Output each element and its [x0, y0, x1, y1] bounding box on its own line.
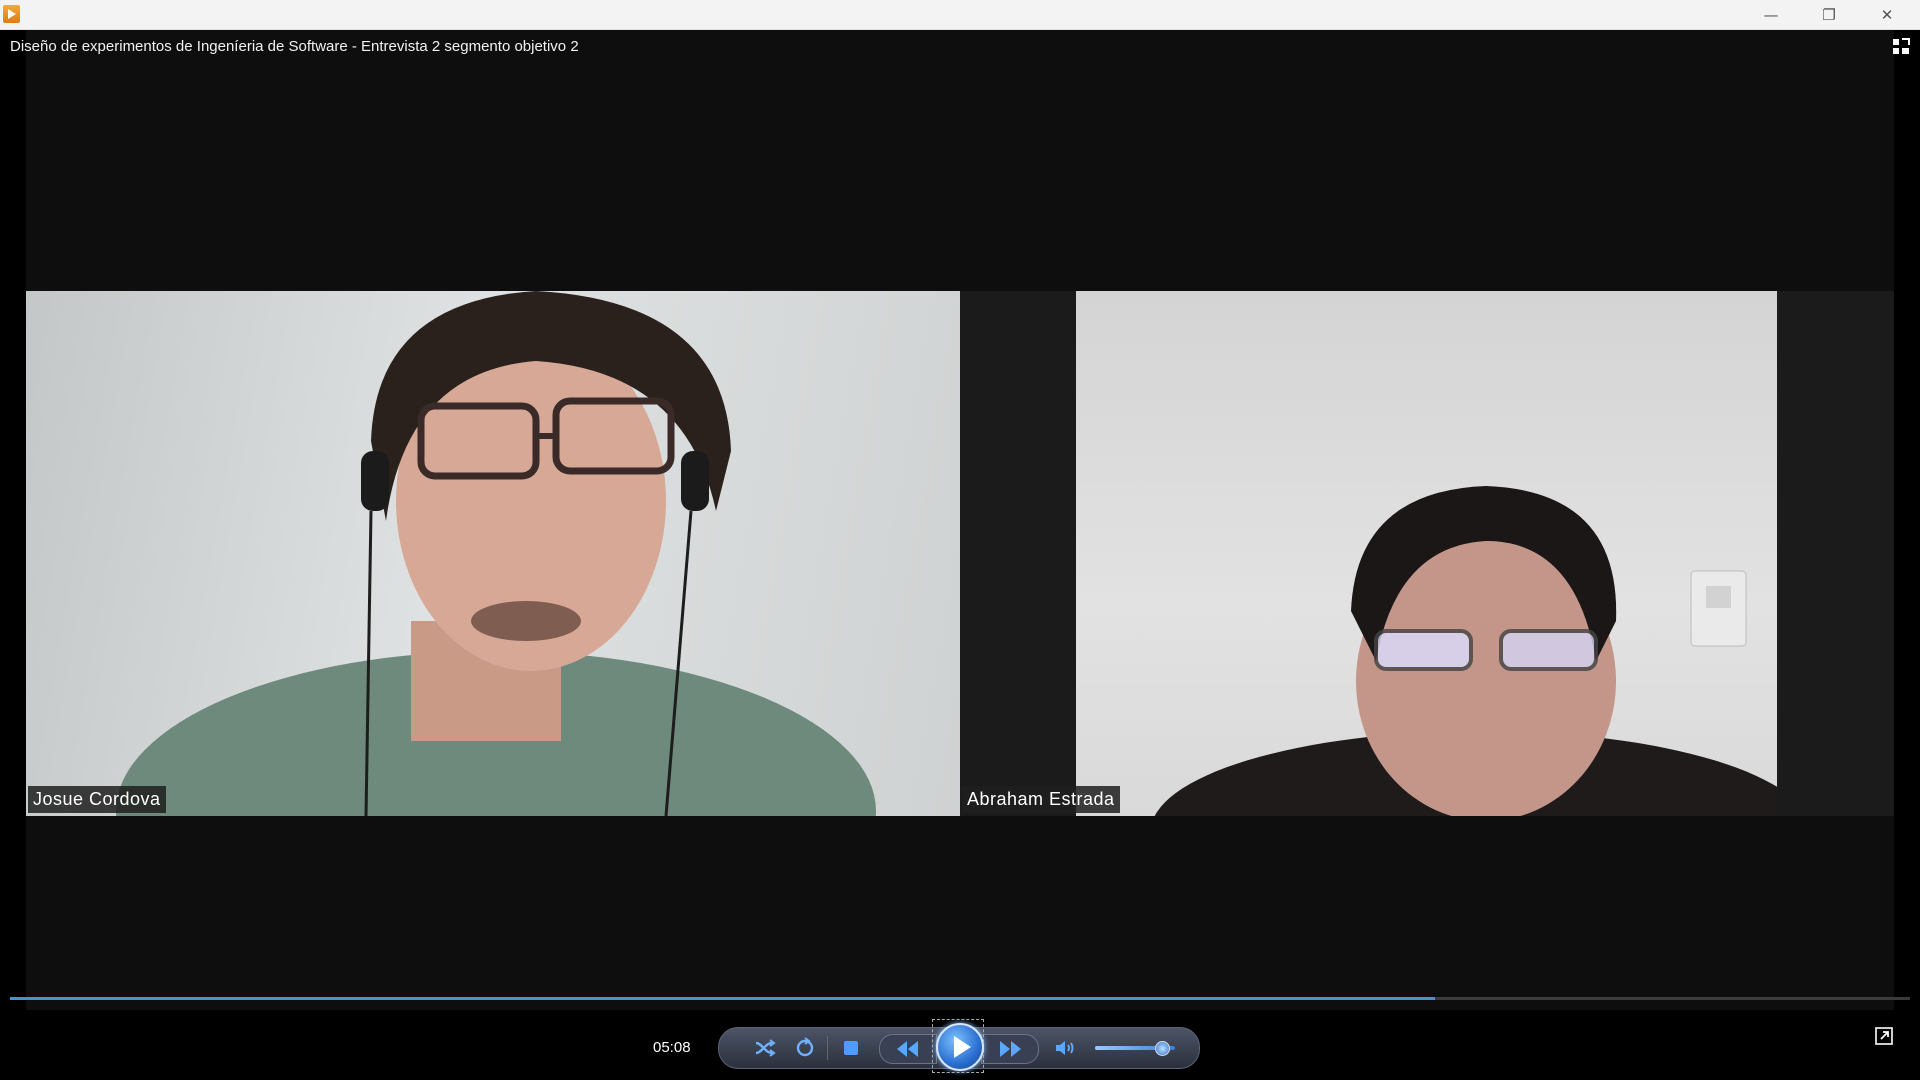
restore-button[interactable]: ❐ — [1800, 0, 1858, 29]
control-divider — [827, 1036, 828, 1060]
switch-to-library-icon[interactable] — [1892, 38, 1910, 56]
tile-spacer — [960, 291, 1076, 816]
media-player-app-icon — [3, 5, 20, 23]
seek-bar[interactable] — [10, 997, 1910, 1000]
minimize-button[interactable]: — — [1742, 0, 1800, 29]
volume-icon[interactable] — [1053, 1036, 1077, 1060]
volume-slider-thumb[interactable] — [1154, 1041, 1170, 1056]
repeat-icon[interactable] — [793, 1036, 817, 1060]
participant-name-label: Abraham Estrada — [962, 786, 1120, 813]
shuffle-icon[interactable] — [753, 1036, 777, 1060]
participant-video-2 — [1076, 291, 1777, 816]
next-button[interactable] — [981, 1034, 1039, 1064]
participant-video-1 — [26, 291, 960, 816]
participant-name-label: Josue Cordova — [28, 786, 166, 813]
participant-2-image — [1154, 486, 1777, 816]
close-button[interactable]: ✕ — [1858, 0, 1916, 29]
participant-1-image — [116, 291, 876, 816]
previous-button[interactable] — [879, 1034, 937, 1064]
switch-to-now-playing-icon[interactable] — [1875, 1027, 1893, 1045]
stop-icon[interactable] — [839, 1036, 863, 1060]
seek-bar-progress — [10, 997, 1435, 1000]
window-titlebar: — ❐ ✕ — [0, 0, 1920, 30]
play-button[interactable] — [936, 1023, 984, 1071]
current-time: 05:08 — [653, 1039, 691, 1056]
video-title: Diseño de experimentos de Ingeníeria de … — [10, 38, 579, 55]
tile-spacer — [1777, 291, 1894, 816]
previous-icon — [897, 1041, 918, 1057]
next-icon — [1000, 1041, 1021, 1057]
